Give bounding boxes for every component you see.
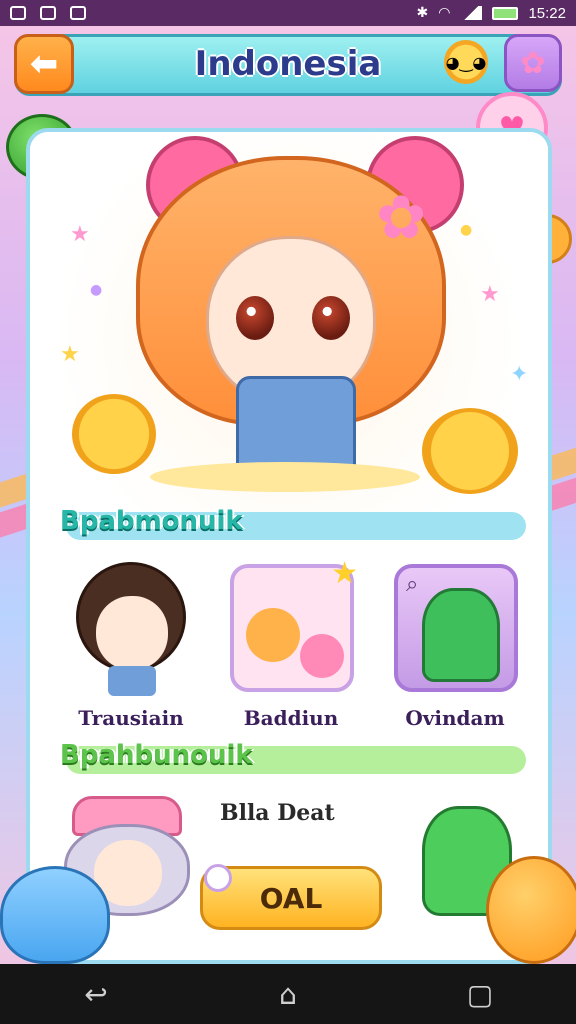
flower-hairpin-icon: ✿ bbox=[376, 183, 427, 253]
page-title: Indonesia bbox=[194, 44, 382, 84]
star-icon: ★ bbox=[480, 282, 500, 307]
sun-character-right bbox=[422, 408, 518, 494]
clock: 15:22 bbox=[528, 4, 566, 22]
photo-icon bbox=[40, 6, 56, 20]
flower-icon: ✿ bbox=[520, 45, 546, 81]
star-icon: ★ bbox=[60, 342, 80, 367]
ground-shadow bbox=[150, 462, 420, 492]
item-character-1[interactable] bbox=[66, 556, 196, 696]
blue-blob-character bbox=[0, 866, 110, 964]
item-label-2: Baddiun bbox=[243, 706, 339, 730]
signal-icon bbox=[460, 6, 483, 20]
recents-nav-icon[interactable]: ▢ bbox=[450, 978, 510, 1011]
section-title-2: Bpahbunouik bbox=[60, 740, 253, 770]
battery-icon bbox=[492, 6, 519, 20]
primary-action-label: OAL bbox=[259, 881, 323, 915]
item-label-3: Ovindam bbox=[405, 706, 505, 730]
hero-character: ✿ bbox=[126, 132, 464, 486]
section-title-1: Bpabmonuik bbox=[60, 506, 243, 536]
magnifier-icon: ⌕ bbox=[406, 572, 419, 597]
item-label-1: Trausiain bbox=[78, 706, 184, 730]
star-icon: ✦ bbox=[510, 362, 529, 387]
star-icon: ★ bbox=[70, 222, 90, 247]
play-icon bbox=[70, 6, 86, 20]
back-nav-icon[interactable]: ↩ bbox=[66, 978, 126, 1011]
item-text-4: Blla Deat bbox=[220, 800, 335, 826]
arrow-left-icon: ⬅ bbox=[29, 44, 59, 84]
dot-icon: ● bbox=[460, 222, 473, 238]
status-bar: ✱ ◠ 15:22 bbox=[0, 0, 576, 26]
star-icon: ★ bbox=[331, 556, 358, 591]
ring-icon bbox=[204, 864, 232, 892]
item-card-2[interactable]: ★ bbox=[230, 556, 358, 692]
left-eye bbox=[236, 296, 274, 340]
sun-character-left bbox=[72, 394, 156, 474]
flower-button[interactable]: ✿ bbox=[504, 34, 562, 92]
system-nav-bar: ↩ ⌂ ▢ bbox=[0, 964, 576, 1024]
bluetooth-icon: ✱ bbox=[416, 5, 429, 21]
orange-fruit-character bbox=[486, 856, 576, 964]
sun-icon[interactable]: ◕‿◕ bbox=[444, 40, 488, 84]
home-nav-icon[interactable]: ⌂ bbox=[258, 978, 318, 1011]
wifi-icon: ◠ bbox=[438, 5, 451, 21]
dot-icon: ● bbox=[90, 282, 103, 298]
back-button[interactable]: ⬅ bbox=[14, 34, 74, 94]
right-eye bbox=[312, 296, 350, 340]
shield-icon bbox=[10, 6, 26, 20]
item-card-3[interactable]: ⌕ bbox=[394, 564, 518, 692]
